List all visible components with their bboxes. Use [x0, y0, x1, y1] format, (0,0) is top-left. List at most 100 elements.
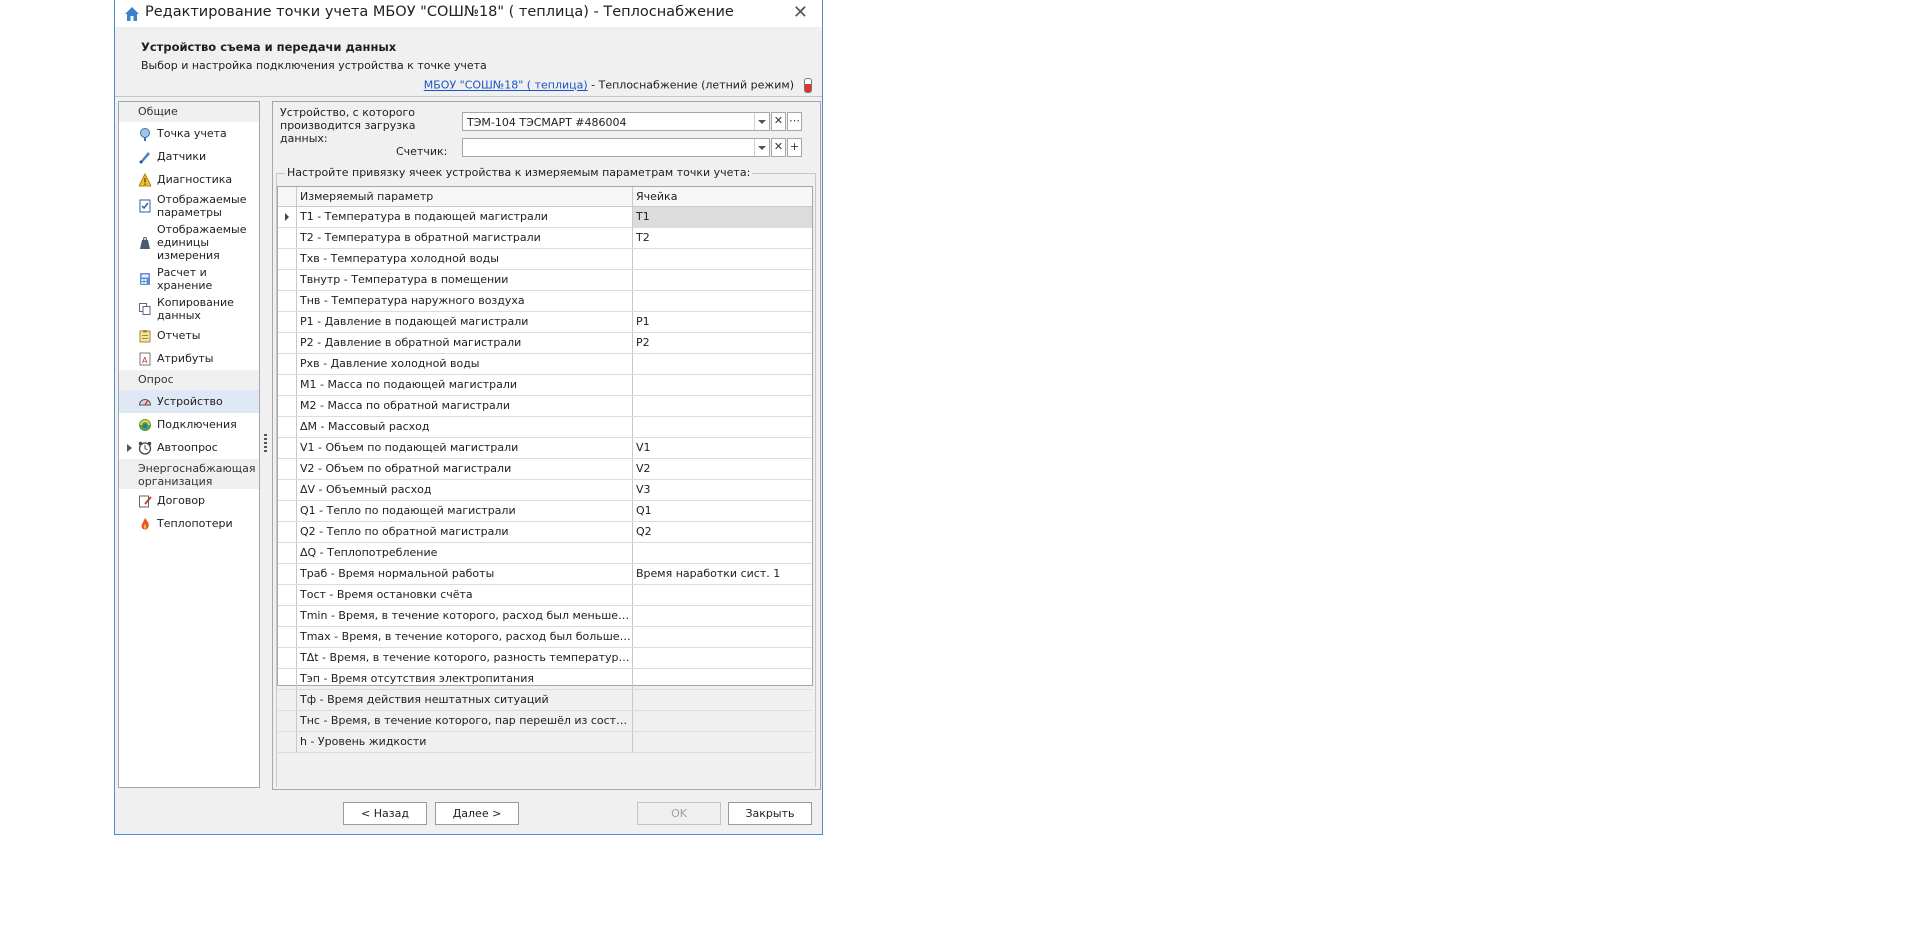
device-cell[interactable]: Q1	[633, 501, 812, 521]
param-cell[interactable]: Tраб - Время нормальной работы	[297, 564, 633, 584]
row-indicator[interactable]	[278, 459, 297, 479]
device-cell[interactable]	[633, 270, 812, 290]
table-row[interactable]: V2 - Объем по обратной магистрали V2	[278, 459, 812, 480]
param-cell[interactable]: Pхв - Давление холодной воды	[297, 354, 633, 374]
device-cell[interactable]: T1	[633, 207, 812, 227]
chevron-down-icon[interactable]	[754, 113, 769, 130]
nav-item-sensors[interactable]: Датчики	[119, 145, 259, 168]
row-indicator[interactable]	[278, 228, 297, 248]
nav-item-diagnostics[interactable]: Диагностика	[119, 168, 259, 191]
nav-item-attributes[interactable]: A Атрибуты	[119, 347, 259, 370]
table-row[interactable]: M2 - Масса по обратной магистрали	[278, 396, 812, 417]
device-cell[interactable]	[633, 354, 812, 374]
device-cell[interactable]: T2	[633, 228, 812, 248]
param-cell[interactable]: ΔV - Объемный расход	[297, 480, 633, 500]
param-cell[interactable]: Tнв - Температура наружного воздуха	[297, 291, 633, 311]
device-cell[interactable]: V3	[633, 480, 812, 500]
row-indicator[interactable]	[278, 543, 297, 563]
metering-point-link[interactable]: МБОУ "СОШ№18" ( теплица)	[424, 79, 588, 92]
nav-item-metering-point[interactable]: Точка учета	[119, 122, 259, 145]
column-header-param[interactable]: Измеряемый параметр	[297, 187, 633, 206]
table-row[interactable]: Tнв - Температура наружного воздуха	[278, 291, 812, 312]
table-row[interactable]: P1 - Давление в подающей магистрали P1	[278, 312, 812, 333]
table-row[interactable]: Tф - Время действия нештатных ситуаций	[278, 690, 812, 711]
param-cell[interactable]: h - Уровень жидкости	[297, 732, 633, 752]
table-row[interactable]: h - Уровень жидкости	[278, 732, 812, 753]
nav-item-contract[interactable]: Договор	[119, 489, 259, 512]
nav-item-displayed-units[interactable]: Отображаемые единицы измерения	[119, 221, 259, 264]
param-cell[interactable]: T2 - Температура в обратной магистрали	[297, 228, 633, 248]
back-button[interactable]: < Назад	[343, 802, 427, 825]
nav-item-device[interactable]: Устройство	[119, 390, 259, 413]
row-indicator[interactable]	[278, 627, 297, 647]
param-cell[interactable]: Tmax - Время, в течение которого, расход…	[297, 627, 633, 647]
table-row[interactable]: M1 - Масса по подающей магистрали	[278, 375, 812, 396]
table-row[interactable]: Tост - Время остановки счёта	[278, 585, 812, 606]
row-indicator[interactable]	[278, 312, 297, 332]
param-cell[interactable]: Tэп - Время отсутствия электропитания	[297, 669, 633, 689]
param-cell[interactable]: Tхв - Температура холодной воды	[297, 249, 633, 269]
device-cell[interactable]: P1	[633, 312, 812, 332]
param-cell[interactable]: Q1 - Тепло по подающей магистрали	[297, 501, 633, 521]
device-more-button[interactable]: ⋯	[787, 112, 802, 131]
device-clear-button[interactable]: ✕	[771, 112, 786, 131]
param-cell[interactable]: Tост - Время остановки счёта	[297, 585, 633, 605]
device-cell[interactable]	[633, 585, 812, 605]
row-indicator[interactable]	[278, 480, 297, 500]
param-cell[interactable]: TΔt - Время, в течение которого, разност…	[297, 648, 633, 668]
device-cell[interactable]	[633, 648, 812, 668]
table-row[interactable]: Tнс - Время, в течение которого, пар пер…	[278, 711, 812, 732]
param-cell[interactable]: ΔM - Массовый расход	[297, 417, 633, 437]
table-row[interactable]: Q1 - Тепло по подающей магистрали Q1	[278, 501, 812, 522]
row-indicator[interactable]	[278, 354, 297, 374]
table-row[interactable]: Tmin - Время, в течение которого, расход…	[278, 606, 812, 627]
nav-item-calculation-storage[interactable]: Расчет и хранение	[119, 264, 259, 294]
device-cell[interactable]: Время наработки сист. 1	[633, 564, 812, 584]
row-indicator[interactable]	[278, 270, 297, 290]
row-indicator[interactable]	[278, 396, 297, 416]
row-indicator[interactable]	[278, 291, 297, 311]
device-cell[interactable]	[633, 711, 812, 731]
row-indicator[interactable]	[278, 690, 297, 710]
param-cell[interactable]: Tвнутр - Температура в помещении	[297, 270, 633, 290]
table-row[interactable]: T1 - Температура в подающей магистрали T1	[278, 207, 812, 228]
device-cell[interactable]	[633, 669, 812, 689]
device-cell[interactable]	[633, 732, 812, 752]
next-button[interactable]: Далее >	[435, 802, 519, 825]
param-cell[interactable]: P1 - Давление в подающей магистрали	[297, 312, 633, 332]
panel-splitter[interactable]	[264, 434, 267, 452]
device-cell[interactable]	[633, 606, 812, 626]
device-cell[interactable]	[633, 417, 812, 437]
row-indicator[interactable]	[278, 375, 297, 395]
column-header-cell[interactable]: Ячейка	[633, 187, 812, 206]
param-cell[interactable]: Q2 - Тепло по обратной магистрали	[297, 522, 633, 542]
row-indicator[interactable]	[278, 417, 297, 437]
counter-clear-button[interactable]: ✕	[771, 138, 786, 157]
table-row[interactable]: Tэп - Время отсутствия электропитания	[278, 669, 812, 690]
row-indicator[interactable]	[278, 438, 297, 458]
nav-item-connections[interactable]: Подключения	[119, 413, 259, 436]
device-cell[interactable]	[633, 396, 812, 416]
nav-item-displayed-params[interactable]: Отображаемые параметры	[119, 191, 259, 221]
param-cell[interactable]: V2 - Объем по обратной магистрали	[297, 459, 633, 479]
ok-button[interactable]: OK	[637, 802, 721, 825]
table-row[interactable]: T2 - Температура в обратной магистрали T2	[278, 228, 812, 249]
param-cell[interactable]: M2 - Масса по обратной магистрали	[297, 396, 633, 416]
device-cell[interactable]	[633, 249, 812, 269]
row-indicator[interactable]	[278, 711, 297, 731]
nav-item-auto-poll[interactable]: Автоопрос	[119, 436, 259, 459]
nav-item-reports[interactable]: Отчеты	[119, 324, 259, 347]
device-cell[interactable]	[633, 375, 812, 395]
row-indicator[interactable]	[278, 669, 297, 689]
table-row[interactable]: Pхв - Давление холодной воды	[278, 354, 812, 375]
device-cell[interactable]: V2	[633, 459, 812, 479]
chevron-down-icon[interactable]	[754, 139, 769, 156]
device-cell[interactable]: P2	[633, 333, 812, 353]
param-cell[interactable]: ΔQ - Теплопотребление	[297, 543, 633, 563]
close-button[interactable]: Закрыть	[728, 802, 812, 825]
table-row[interactable]: P2 - Давление в обратной магистрали P2	[278, 333, 812, 354]
nav-item-copy-data[interactable]: Копирование данных	[119, 294, 259, 324]
device-cell[interactable]	[633, 291, 812, 311]
table-row[interactable]: ΔQ - Теплопотребление	[278, 543, 812, 564]
param-cell[interactable]: M1 - Масса по подающей магистрали	[297, 375, 633, 395]
